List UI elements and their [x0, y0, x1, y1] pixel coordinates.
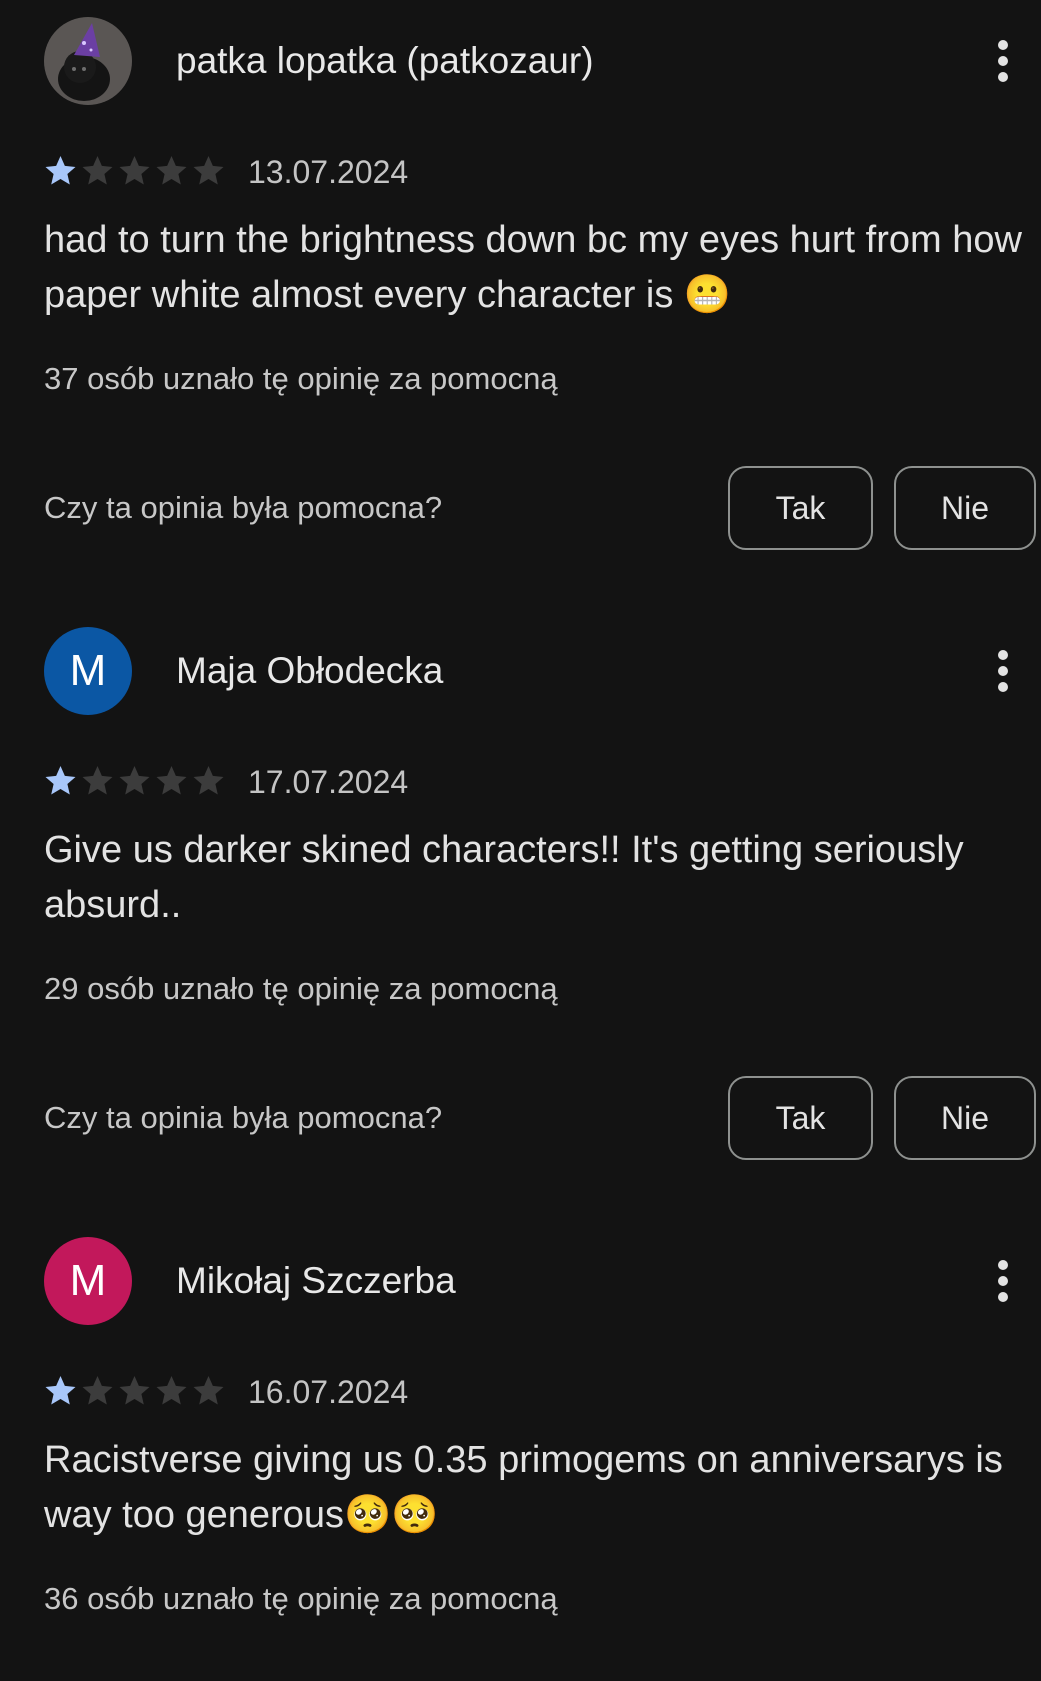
- author-name: patka lopatka (patkozaur): [176, 40, 594, 81]
- avatar[interactable]: M: [44, 627, 132, 715]
- star-empty-icon: [193, 156, 224, 185]
- star-rating: [42, 1373, 227, 1409]
- helpful-count: 36 osób uznało tę opinię za pomocną: [44, 1581, 558, 1616]
- star-filled-icon: [45, 156, 76, 185]
- review-text: Give us darker skined characters!! It's …: [44, 829, 964, 926]
- star-empty-icon: [156, 766, 187, 795]
- helpful-count: 37 osób uznało tę opinię za pomocną: [44, 361, 558, 396]
- avatar-letter: M: [69, 646, 107, 695]
- review-text: Racistverse giving us 0.35 primogems on …: [44, 1439, 1003, 1536]
- helpful-count: 29 osób uznało tę opinię za pomocną: [44, 971, 558, 1006]
- more-vert-icon[interactable]: [986, 1257, 1020, 1305]
- helpful-question: Czy ta opinia była pomocna?: [44, 490, 443, 525]
- star-empty-icon: [119, 1376, 150, 1405]
- author-name: Maja Obłodecka: [176, 650, 444, 691]
- yes-button[interactable]: Tak: [728, 1076, 873, 1160]
- star-empty-icon: [82, 1376, 113, 1405]
- avatar-letter: M: [69, 1256, 107, 1305]
- yes-button[interactable]: Tak: [728, 466, 873, 550]
- star-filled-icon: [45, 1376, 76, 1405]
- review-text: had to turn the brightness down bc my ey…: [44, 219, 1022, 316]
- more-vert-icon[interactable]: [986, 647, 1020, 695]
- no-button[interactable]: Nie: [894, 1076, 1036, 1160]
- star-empty-icon: [156, 156, 187, 185]
- star-empty-icon: [156, 1376, 187, 1405]
- avatar[interactable]: [44, 17, 132, 105]
- star-empty-icon: [193, 1376, 224, 1405]
- review-date: 16.07.2024: [248, 1374, 409, 1410]
- star-filled-icon: [45, 766, 76, 795]
- star-empty-icon: [193, 766, 224, 795]
- author-name: Mikołaj Szczerba: [176, 1260, 456, 1301]
- star-empty-icon: [119, 156, 150, 185]
- star-empty-icon: [82, 156, 113, 185]
- star-empty-icon: [82, 766, 113, 795]
- star-rating: [42, 763, 227, 799]
- star-empty-icon: [119, 766, 150, 795]
- review-date: 17.07.2024: [248, 764, 409, 800]
- review-date: 13.07.2024: [248, 154, 409, 190]
- no-button[interactable]: Nie: [894, 466, 1036, 550]
- more-vert-icon[interactable]: [986, 37, 1020, 85]
- star-rating: [42, 153, 227, 189]
- avatar[interactable]: M: [44, 1237, 132, 1325]
- helpful-question: Czy ta opinia była pomocna?: [44, 1100, 443, 1135]
